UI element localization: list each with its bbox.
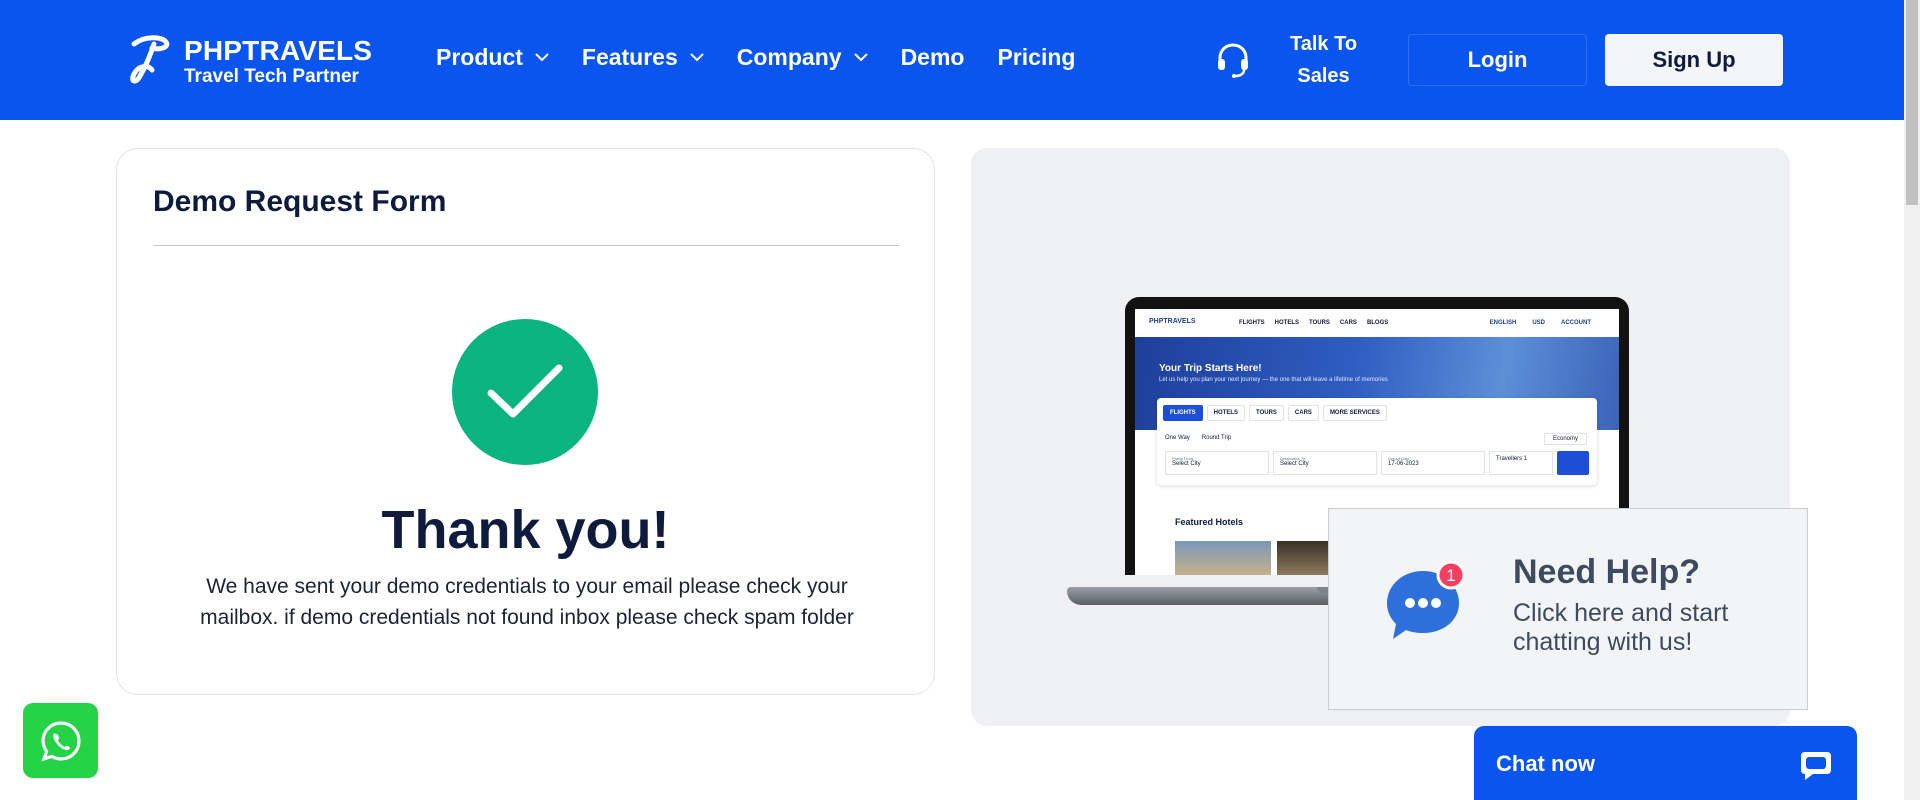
signup-button[interactable]: Sign Up (1605, 34, 1783, 86)
check-icon (487, 364, 563, 418)
thank-you-heading: Thank you! (381, 500, 670, 560)
preview-hero-title: Your Trip Starts Here! (1159, 363, 1262, 374)
success-badge (452, 319, 598, 465)
help-badge-count: 1 (1446, 566, 1455, 585)
preview-link: HOTELS (1274, 320, 1300, 326)
preview-travellers-field: Travellers 1 (1489, 451, 1553, 475)
help-line2: chatting with us! (1513, 628, 1693, 656)
chat-now-button[interactable]: Chat now (1474, 726, 1857, 800)
help-title: Need Help? (1513, 553, 1701, 591)
preview-logo: PHPTRAVELS (1149, 318, 1196, 325)
talk-line2: Sales (1297, 65, 1350, 87)
help-subtitle: Click here and start chatting with us! (1513, 599, 1793, 657)
logo[interactable]: PHPTRAVELS Travel Tech Partner (128, 34, 372, 88)
thank-you-message: We have sent your demo credentials to yo… (157, 571, 897, 633)
chevron-down-icon (535, 53, 549, 62)
logo-title: PHPTRAVELS (184, 34, 373, 66)
preview-hotel-image (1175, 541, 1271, 575)
preview-from-field: Flying From Select City (1165, 451, 1269, 475)
whatsapp-icon (40, 720, 81, 762)
preview-trip-option: Round Trip (1201, 435, 1232, 441)
nav-features-label: Features (581, 44, 678, 70)
chevron-down-icon (853, 53, 868, 62)
nav-product[interactable]: Product (436, 44, 549, 71)
nav-pricing-label: Pricing (997, 44, 1076, 70)
preview-link: CARS (1339, 320, 1357, 326)
logo-icon (130, 35, 170, 84)
preview-account: ACCOUNT (1561, 320, 1591, 326)
need-help-widget[interactable]: 1 Need Help? Click here and start chatti… (1328, 508, 1808, 710)
nav-features[interactable]: Features (582, 44, 704, 71)
talk-line1: Talk To (1290, 33, 1358, 55)
preview-language: ENGLISH (1489, 320, 1517, 326)
help-line1: Click here and start (1513, 599, 1729, 627)
preview-trip-option: One Way (1165, 435, 1190, 441)
scrollbar-thumb[interactable] (1906, 0, 1918, 205)
demo-request-card: Demo Request Form Thank you! We have sen… (116, 148, 935, 695)
talk-to-sales[interactable]: Talk To Sales (1216, 28, 1357, 92)
logo-subtitle: Travel Tech Partner (184, 65, 359, 87)
nav-demo[interactable]: Demo (901, 44, 965, 71)
preview-nav: PHPTRAVELS FLIGHTS HOTELS TOURS CARS BLO… (1135, 309, 1619, 335)
chevron-down-icon (690, 53, 704, 62)
site-header: PHPTRAVELS Travel Tech Partner Product F… (0, 0, 1904, 120)
preview-link: TOURS (1309, 320, 1330, 326)
form-title: Demo Request Form (153, 185, 447, 218)
chat-now-label: Chat now (1496, 751, 1595, 776)
preview-currency: USD (1532, 320, 1545, 326)
preview-tab: TOURS (1249, 405, 1284, 421)
preview-tab: CARS (1287, 405, 1319, 421)
nav-product-label: Product (436, 44, 523, 70)
preview-tab: MORE SERVICES (1322, 405, 1387, 421)
nav-pricing[interactable]: Pricing (997, 44, 1075, 71)
preview-date-field: Depart Date 17-06-2023 (1381, 451, 1485, 475)
preview-hero-subtitle: Let us help you plan your next journey —… (1159, 377, 1388, 383)
whatsapp-button[interactable] (23, 703, 98, 778)
preview-link: BLOGS (1366, 320, 1389, 326)
login-button[interactable]: Login (1408, 34, 1587, 86)
preview-link: FLIGHTS (1239, 320, 1265, 326)
preview-tab: HOTELS (1206, 405, 1246, 421)
nav-demo-label: Demo (900, 44, 965, 70)
thank-you-line1: We have sent your demo credentials to yo… (206, 575, 848, 598)
preview-to-field: Destination To Select City (1273, 451, 1377, 475)
headset-icon (1218, 43, 1248, 78)
preview-featured-heading: Featured Hotels (1175, 517, 1244, 527)
main-nav: Product Features Company Demo Pricing (436, 44, 1108, 71)
nav-company-label: Company (736, 44, 842, 70)
chat-icon (1801, 752, 1831, 780)
preview-search-box: FLIGHTS HOTELS TOURS CARS MORE SERVICES … (1157, 398, 1597, 485)
chat-bubble-icon: 1 (1387, 561, 1463, 639)
page-scrollbar[interactable] (1904, 0, 1920, 800)
preview-search-button (1557, 451, 1589, 475)
thank-you-line2: mailbox. if demo credentials not found i… (200, 606, 854, 629)
form-divider (153, 245, 899, 246)
nav-company[interactable]: Company (737, 44, 868, 71)
preview-tab: FLIGHTS (1163, 405, 1203, 421)
preview-class: Economy (1543, 433, 1587, 445)
